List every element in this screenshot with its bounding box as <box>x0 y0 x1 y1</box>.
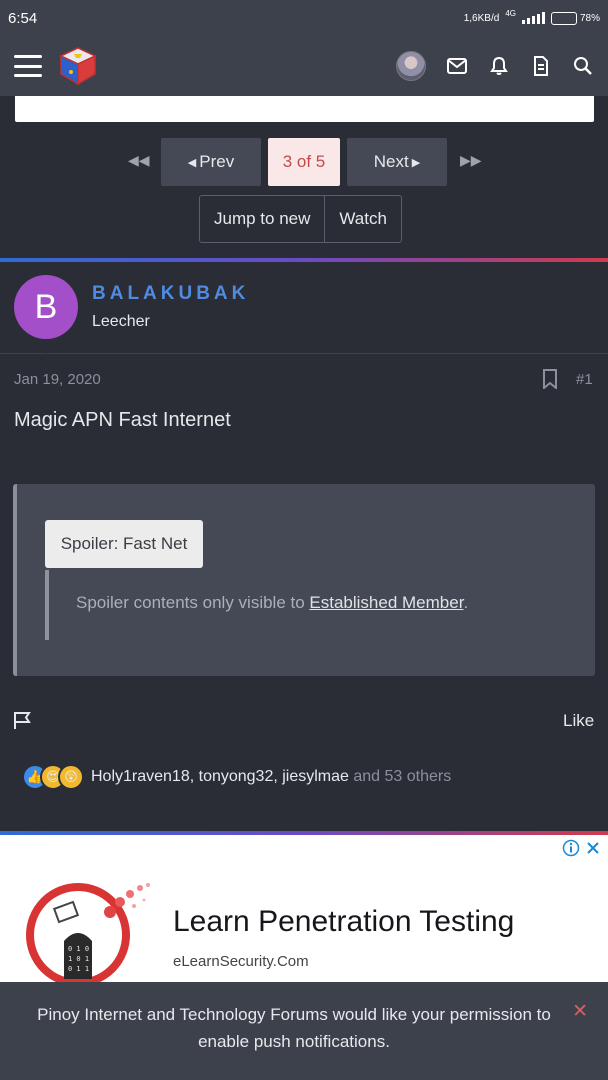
author-name[interactable]: BALAKUBAK <box>92 283 249 305</box>
battery-percent: 78% <box>579 12 600 24</box>
user-avatar[interactable] <box>396 51 426 81</box>
ad-choices[interactable] <box>562 839 600 857</box>
svg-text:0 1 0: 0 1 0 <box>68 945 89 953</box>
post-user-block: B BALAKUBAK Leecher <box>0 262 608 354</box>
bell-icon[interactable] <box>488 55 510 77</box>
push-notification-banner[interactable]: Pinoy Internet and Technology Forums wou… <box>0 982 608 1080</box>
search-icon[interactable] <box>572 55 594 77</box>
reaction-users[interactable]: Holy1raven18, tonyong32, jiesylmae <box>91 768 349 785</box>
spoiler-container <box>13 484 595 676</box>
network-type: 4G <box>505 8 516 18</box>
svg-text:1 0 1: 1 0 1 <box>68 955 89 963</box>
last-page-icon[interactable]: ▶▶ <box>460 152 482 169</box>
next-button[interactable]: Next ▶ <box>347 138 447 186</box>
ad-domain[interactable]: eLearnSecurity.Com <box>173 953 309 970</box>
spoiler-button[interactable]: Spoiler: Fast Net <box>45 520 203 568</box>
ad-close-icon[interactable] <box>586 841 600 855</box>
report-flag-icon[interactable] <box>13 710 33 730</box>
info-icon[interactable] <box>562 839 580 857</box>
previous-content-card <box>15 96 594 122</box>
current-page[interactable]: 3 of 5 <box>268 138 340 186</box>
jump-to-new-button[interactable]: Jump to new <box>200 196 324 242</box>
advertisement[interactable]: 0 1 0 1 0 1 0 1 1 Learn Penetration Testin… <box>0 835 608 987</box>
app-bar <box>0 36 608 96</box>
established-member-link[interactable]: Established Member <box>309 593 463 612</box>
watch-button[interactable]: Watch <box>325 196 401 242</box>
thread-actions: Jump to new Watch <box>199 195 402 243</box>
prev-button[interactable]: ◀ Prev <box>161 138 261 186</box>
notification-message[interactable]: Pinoy Internet and Technology Forums wou… <box>26 1001 562 1055</box>
reaction-summary[interactable]: 👍 😍 😲 Holy1raven18, tonyong32, jiesylmae… <box>22 764 451 790</box>
svg-text:0 1 1: 0 1 1 <box>68 965 89 973</box>
like-button[interactable]: Like <box>563 711 594 731</box>
status-bar: 6:54 1,6KB/d 4G 78% <box>0 0 608 36</box>
close-icon[interactable]: ✕ <box>572 1000 588 1023</box>
post-date[interactable]: Jan 19, 2020 <box>14 371 101 388</box>
next-label: Next <box>373 152 409 171</box>
battery-icon: 78% <box>550 11 600 25</box>
reaction-others[interactable]: and 53 others <box>349 768 451 785</box>
ad-title[interactable]: Learn Penetration Testing <box>173 905 514 939</box>
author-title: Leecher <box>92 313 150 330</box>
logo-cube-icon[interactable] <box>58 46 98 86</box>
menu-icon[interactable] <box>14 55 42 77</box>
status-time: 6:54 <box>8 9 38 27</box>
pagination: ◀◀ ◀ Prev 3 of 5 Next ▶ ▶▶ <box>0 138 608 186</box>
ad-dots-decoration <box>104 883 150 918</box>
signal-icon <box>521 12 545 24</box>
author-avatar[interactable]: B <box>14 275 78 339</box>
post-title: Magic APN Fast Internet <box>14 409 231 431</box>
post-number[interactable]: #1 <box>576 371 593 388</box>
status-right: 1,6KB/d 4G 78% <box>463 8 600 25</box>
network-speed: 1,6KB/d <box>463 12 500 24</box>
document-icon[interactable] <box>530 55 552 77</box>
first-page-icon[interactable]: ◀◀ <box>128 152 150 169</box>
mail-icon[interactable] <box>446 55 468 77</box>
next-caret-icon: ▶ <box>411 156 421 169</box>
spoiler-message: Spoiler contents only visible to Establi… <box>76 593 469 612</box>
bookmark-icon[interactable] <box>542 369 558 389</box>
prev-label: Prev <box>199 152 235 171</box>
wow-reaction-icon: 😲 <box>58 764 84 790</box>
prev-caret-icon: ◀ <box>187 156 197 169</box>
